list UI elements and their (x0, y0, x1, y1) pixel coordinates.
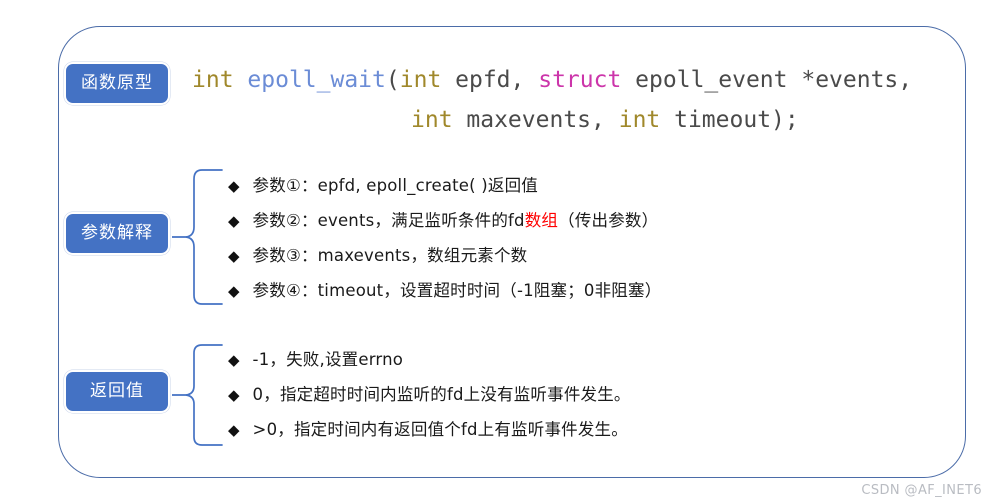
list-item: ◆ -1，失败,设置errno (228, 346, 631, 381)
slide-canvas: 函数原型 参数解释 返回值 int epoll_wait(int epfd, s… (0, 0, 996, 504)
parameter-item-highlight-2: 数组 (524, 211, 559, 230)
list-item: ◆ 参数③：maxevents，数组元素个数 (228, 242, 661, 277)
diamond-bullet-icon: ◆ (228, 282, 240, 300)
parameter-item-text-2: 参数②：events，满足监听条件的fd数组（传出参数） (253, 207, 659, 231)
code-param-maxevents: maxevents, (452, 107, 619, 133)
badge-parameter-explanation-label: 参数解释 (81, 223, 153, 243)
csdn-watermark: CSDN @AF_INET6 (861, 483, 982, 498)
list-item: ◆ 0，指定超时时间内监听的fd上没有监听事件发生。 (228, 381, 631, 416)
diamond-bullet-icon: ◆ (228, 351, 240, 369)
return-item-text-1: -1，失败,设置errno (253, 346, 404, 370)
parameter-item-post-2: （传出参数） (558, 211, 659, 230)
list-item: ◆ 参数④：timeout，设置超时时间（-1阻塞；0非阻塞） (228, 277, 661, 312)
badge-function-prototype-label: 函数原型 (81, 73, 153, 93)
code-space-1 (234, 67, 248, 93)
diamond-bullet-icon: ◆ (228, 421, 240, 439)
diamond-bullet-icon: ◆ (228, 177, 240, 195)
parameter-item-pre-1: 参数①：epfd, epoll_create( )返回值 (252, 176, 538, 195)
return-item-text-3: >0，指定时间内有返回值个fd上有监听事件发生。 (253, 416, 628, 440)
code-keyword-struct: struct (538, 67, 622, 93)
function-signature-code: int epoll_wait(int epfd, struct epoll_ev… (192, 60, 912, 140)
return-item-pre-3: >0，指定时间内有返回值个fd上有监听事件发生。 (252, 420, 628, 439)
return-item-pre-2: 0，指定超时时间内监听的fd上没有监听事件发生。 (252, 385, 631, 404)
code-keyword-int-3: int (411, 107, 453, 133)
parameter-explanation-list: ◆ 参数①：epfd, epoll_create( )返回值 ◆ 参数②：eve… (228, 172, 661, 312)
return-item-text-2: 0，指定超时时间内监听的fd上没有监听事件发生。 (253, 381, 631, 405)
list-item: ◆ 参数②：events，满足监听条件的fd数组（传出参数） (228, 207, 661, 242)
badge-return-value: 返回值 (64, 370, 170, 413)
code-keyword-int-4: int (618, 107, 661, 133)
badge-return-value-label: 返回值 (90, 381, 144, 401)
code-keyword-int-2: int (399, 67, 442, 93)
parameter-item-text-1: 参数①：epfd, epoll_create( )返回值 (253, 172, 538, 196)
list-item: ◆ 参数①：epfd, epoll_create( )返回值 (228, 172, 661, 207)
code-param-epfd: epfd, (441, 67, 539, 93)
badge-parameter-explanation: 参数解释 (64, 212, 170, 255)
list-item: ◆ >0，指定时间内有返回值个fd上有监听事件发生。 (228, 416, 631, 451)
parameter-item-pre-2: 参数②：events，满足监听条件的fd (252, 211, 525, 230)
curly-brace-return-icon (172, 344, 223, 446)
code-param-timeout: timeout); (660, 107, 799, 133)
parameter-item-pre-4: 参数④：timeout，设置超时时间（-1阻塞；0非阻塞） (252, 281, 662, 300)
diamond-bullet-icon: ◆ (228, 247, 240, 265)
code-keyword-int-1: int (192, 67, 234, 93)
diamond-bullet-icon: ◆ (228, 212, 240, 230)
badge-function-prototype: 函数原型 (64, 62, 170, 105)
code-param-events: epoll_event *events, (621, 67, 913, 93)
function-signature-code-line2: int maxevents, int timeout); (192, 100, 912, 140)
parameter-item-text-4: 参数④：timeout，设置超时时间（-1阻塞；0非阻塞） (253, 277, 662, 301)
parameter-item-pre-3: 参数③：maxevents，数组元素个数 (252, 246, 528, 265)
return-item-pre-1: -1，失败,设置errno (252, 350, 404, 369)
curly-brace-parameters-icon (172, 169, 223, 305)
diamond-bullet-icon: ◆ (228, 386, 240, 404)
code-paren-open: ( (385, 67, 400, 93)
code-function-name: epoll_wait (247, 67, 386, 93)
return-value-list: ◆ -1，失败,设置errno ◆ 0，指定超时时间内监听的fd上没有监听事件发… (228, 346, 631, 451)
parameter-item-text-3: 参数③：maxevents，数组元素个数 (253, 242, 528, 266)
